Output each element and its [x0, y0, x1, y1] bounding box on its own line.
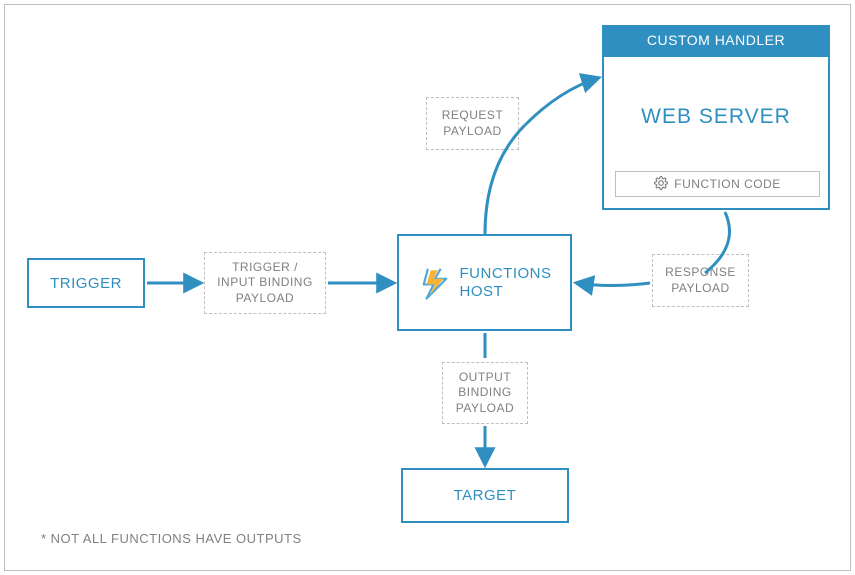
trigger-payload-box: TRIGGER / INPUT BINDING PAYLOAD	[204, 252, 326, 314]
arrow-request-to-webserver	[525, 78, 598, 125]
functions-host-label: FUNCTIONS HOST	[460, 265, 552, 301]
trigger-box: TRIGGER	[27, 258, 145, 308]
output-payload-label: OUTPUT BINDING PAYLOAD	[456, 370, 514, 417]
diagram-frame: TRIGGER TRIGGER / INPUT BINDING PAYLOAD …	[4, 4, 851, 571]
custom-handler-label: CUSTOM HANDLER	[647, 32, 785, 48]
trigger-label: TRIGGER	[50, 275, 122, 292]
footnote: * NOT ALL FUNCTIONS HAVE OUTPUTS	[41, 531, 302, 546]
arrow-response-to-host	[577, 283, 650, 286]
custom-handler-box: WEB SERVER FUNCTION CODE	[602, 55, 830, 210]
function-code-box: FUNCTION CODE	[615, 171, 820, 197]
trigger-payload-label: TRIGGER / INPUT BINDING PAYLOAD	[217, 260, 313, 307]
custom-handler-header: CUSTOM HANDLER	[602, 25, 830, 55]
web-server-label: WEB SERVER	[604, 105, 828, 129]
request-payload-label: REQUEST PAYLOAD	[442, 108, 504, 139]
target-label: TARGET	[454, 487, 517, 504]
function-code-label: FUNCTION CODE	[674, 177, 781, 191]
output-payload-box: OUTPUT BINDING PAYLOAD	[442, 362, 528, 424]
response-payload-box: RESPONSE PAYLOAD	[652, 254, 749, 307]
gear-icon	[654, 176, 668, 193]
target-box: TARGET	[401, 468, 569, 523]
request-payload-box: REQUEST PAYLOAD	[426, 97, 519, 150]
functions-host-box: FUNCTIONS HOST	[397, 234, 572, 331]
lightning-icon	[418, 266, 452, 300]
response-payload-label: RESPONSE PAYLOAD	[665, 265, 736, 296]
